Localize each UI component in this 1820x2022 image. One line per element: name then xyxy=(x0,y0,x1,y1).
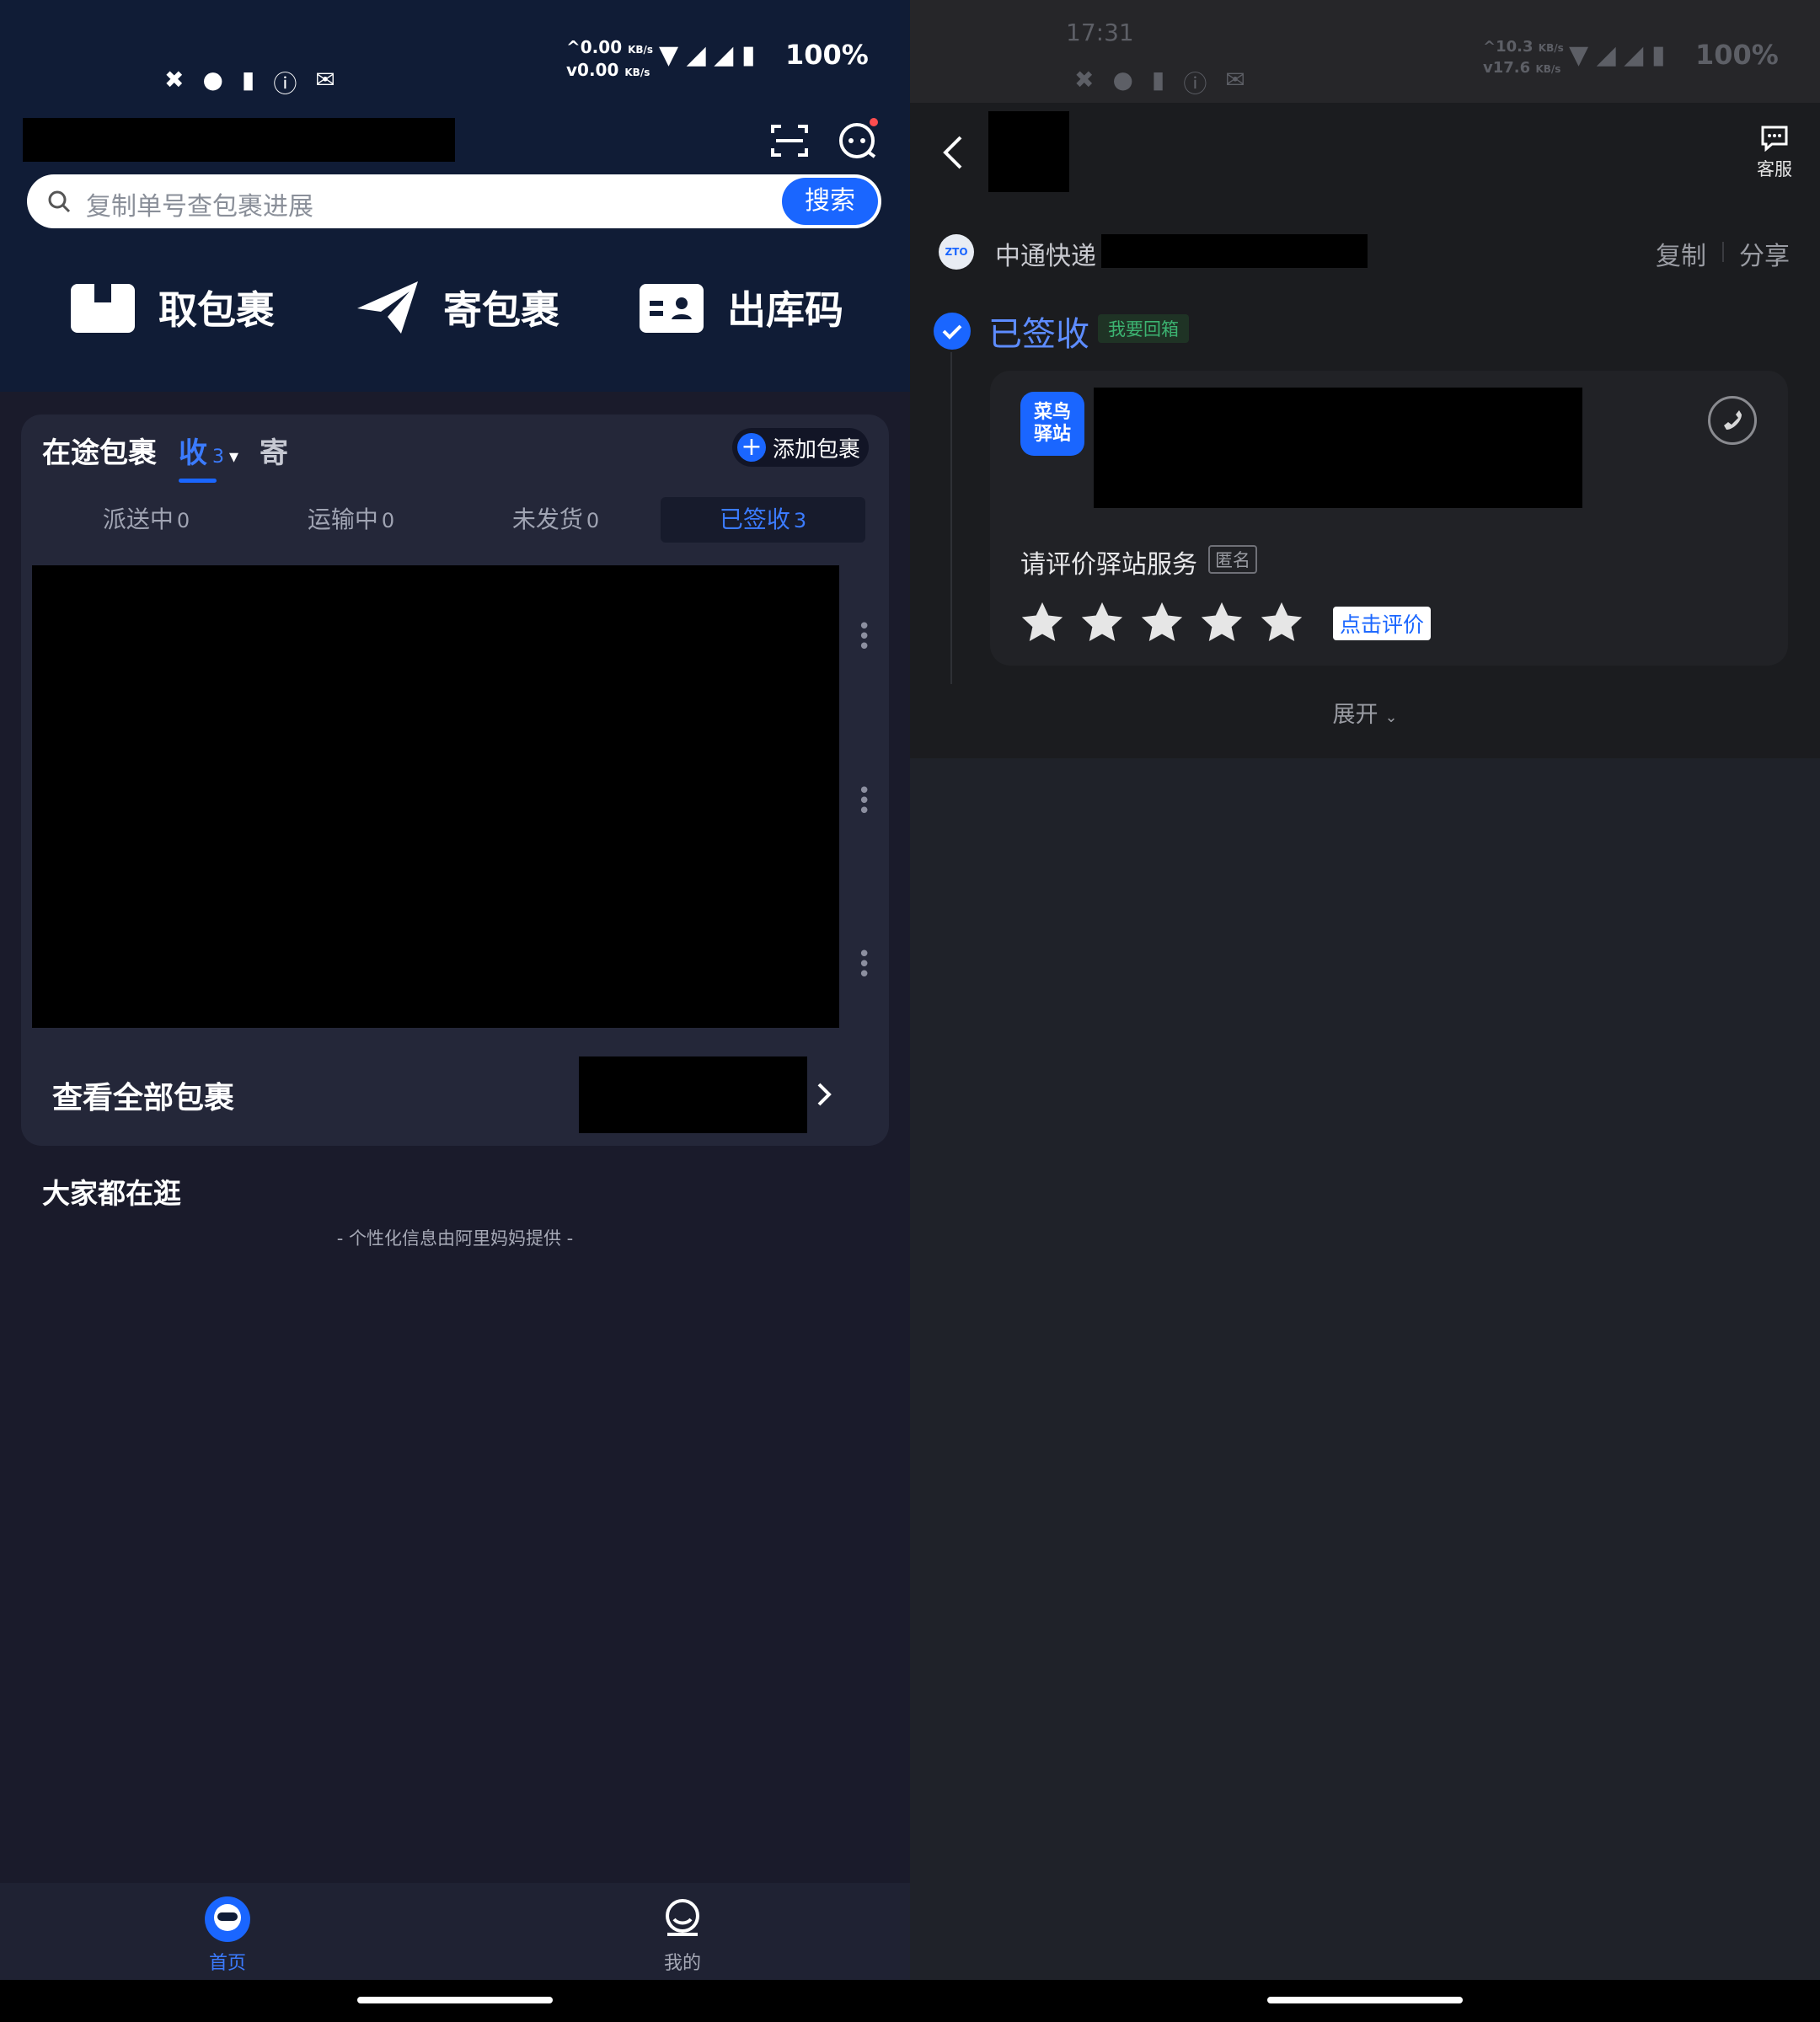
package-icon xyxy=(69,281,136,334)
wifi-icon: ▼ xyxy=(659,40,679,70)
redacted-avatar xyxy=(988,111,1069,192)
redacted-package-list xyxy=(32,565,839,1028)
zto-logo-icon: ZTO xyxy=(939,234,974,270)
subtab-delivering[interactable]: 派送中 0 xyxy=(44,497,249,543)
notification-icon: ✖ xyxy=(164,66,185,94)
star-icon[interactable] xyxy=(1138,598,1186,647)
redacted-summary xyxy=(579,1056,807,1133)
clock: 17:31 xyxy=(1066,19,1134,46)
plus-icon: + xyxy=(737,433,766,462)
check-icon xyxy=(934,313,971,350)
mail-icon: ✉ xyxy=(1225,66,1245,94)
battery-level: 100% xyxy=(1695,39,1779,71)
return-box-tag[interactable]: 我要回箱 xyxy=(1098,314,1189,343)
copy-button[interactable]: 复制 xyxy=(1656,235,1706,272)
feed-title: 大家都在逛 xyxy=(42,1177,181,1210)
status-icons: ✖ ● ▮ ⓘ ✉ xyxy=(164,66,335,99)
back-button[interactable] xyxy=(942,135,964,174)
network-speed: ^10.3 KB/s v17.6 KB/s xyxy=(1483,38,1564,77)
notification-icon: ✖ xyxy=(1074,66,1095,94)
wechat-icon: ● xyxy=(202,66,223,94)
alert-icon: ⓘ xyxy=(1183,70,1207,98)
home-screen: ✖ ● ▮ ⓘ ✉ ^0.00 KB/s v0.00 KB/s ▼ ◢ ◢ ▮ … xyxy=(0,0,910,2022)
message-icon[interactable] xyxy=(838,118,880,160)
profile-icon xyxy=(666,1899,699,1936)
more-icon[interactable]: ••• xyxy=(858,616,870,658)
tab-send[interactable]: 寄 xyxy=(260,430,288,471)
home-indicator[interactable] xyxy=(357,1997,553,2003)
chat-icon xyxy=(1761,126,1788,152)
id-card-icon xyxy=(638,281,705,334)
pickup-code-button[interactable]: 出库码 xyxy=(638,278,843,337)
pickup-package-button[interactable]: 取包裹 xyxy=(69,278,275,337)
courier-name: 中通快递 xyxy=(995,242,1096,271)
battery-icon: ▮ xyxy=(741,40,756,70)
anonymous-badge: 匿名 xyxy=(1208,545,1257,574)
add-package-button[interactable]: + 添加包裹 xyxy=(732,428,869,467)
search-icon xyxy=(48,190,71,213)
rating-stars[interactable] xyxy=(1018,598,1306,647)
home-icon xyxy=(205,1896,250,1942)
star-icon[interactable] xyxy=(1257,598,1306,647)
status-title: 已签收 xyxy=(988,315,1089,354)
more-icon[interactable]: ••• xyxy=(858,944,870,986)
packages-title: 在途包裹 xyxy=(42,436,157,470)
bottom-nav xyxy=(0,1883,910,1980)
signal-icon: ◢ xyxy=(714,40,734,70)
signal-icons: ▼ ◢ ◢ ▮ xyxy=(1569,40,1666,70)
network-speed: ^0.00 KB/s v0.00 KB/s xyxy=(566,37,654,80)
nav-home[interactable]: 首页 xyxy=(177,1896,278,1975)
mail-icon: ✉ xyxy=(315,66,335,94)
subtab-not-shipped[interactable]: 未发货 0 xyxy=(453,497,658,543)
home-indicator[interactable] xyxy=(1267,1997,1463,2003)
search-bar[interactable]: 复制单号查包裹进展 搜索 xyxy=(27,174,881,228)
redacted-location xyxy=(23,118,455,162)
search-button[interactable]: 搜索 xyxy=(782,178,878,225)
signal-icon: ◢ xyxy=(686,40,706,70)
star-icon[interactable] xyxy=(1197,598,1246,647)
rate-prompt: 请评价驿站服务 xyxy=(1020,550,1197,580)
battery-alert-icon: ▮ xyxy=(1151,66,1165,94)
status-icons: ✖ ● ▮ ⓘ ✉ xyxy=(1074,66,1245,99)
wechat-icon: ● xyxy=(1112,66,1133,94)
subtab-signed[interactable]: 已签收 3 xyxy=(661,497,865,543)
phone-icon[interactable] xyxy=(1708,396,1757,445)
tab-receive[interactable]: 收 3 ▾ xyxy=(179,430,238,471)
send-icon xyxy=(354,281,421,334)
customer-service-button[interactable]: 客服 xyxy=(1749,125,1800,181)
battery-level: 100% xyxy=(785,39,869,71)
signal-icons: ▼ ◢ ◢ ▮ xyxy=(659,40,755,70)
redacted-station-info xyxy=(1094,388,1582,508)
timeline-line xyxy=(950,352,952,684)
chevron-down-icon: ▾ xyxy=(229,447,239,468)
feed-note: - 个性化信息由阿里妈妈提供 - xyxy=(336,1228,574,1249)
more-icon[interactable]: ••• xyxy=(858,780,870,822)
redacted-tracking-number xyxy=(1101,234,1368,268)
chevron-right-icon[interactable] xyxy=(816,1082,834,1110)
scan-icon[interactable] xyxy=(771,123,808,158)
star-icon[interactable] xyxy=(1078,598,1127,647)
chevron-down-icon: ⌄ xyxy=(1384,709,1398,726)
divider xyxy=(1722,242,1724,262)
expand-button[interactable]: 展开 ⌄ xyxy=(910,696,1820,729)
back-icon xyxy=(943,136,962,169)
cainiao-station-logo: 菜鸟 驿站 xyxy=(1020,392,1084,456)
star-icon[interactable] xyxy=(1018,598,1067,647)
view-all-packages-link[interactable]: 查看全部包裹 xyxy=(52,1073,234,1117)
tab-indicator xyxy=(179,479,217,483)
battery-alert-icon: ▮ xyxy=(241,66,255,94)
nav-profile[interactable]: 我的 xyxy=(632,1896,733,1975)
search-input[interactable]: 复制单号查包裹进展 xyxy=(86,185,313,222)
send-package-button[interactable]: 寄包裹 xyxy=(354,278,559,337)
status-bar xyxy=(910,0,1820,103)
alert-icon: ⓘ xyxy=(273,70,297,98)
share-button[interactable]: 分享 xyxy=(1739,235,1790,272)
subtab-in-transit[interactable]: 运输中 0 xyxy=(249,497,453,543)
rate-button[interactable]: 点击评价 xyxy=(1333,607,1432,640)
package-detail-screen: 17:31 ✖ ● ▮ ⓘ ✉ ^10.3 KB/s v17.6 KB/s ▼ … xyxy=(910,0,1820,2022)
